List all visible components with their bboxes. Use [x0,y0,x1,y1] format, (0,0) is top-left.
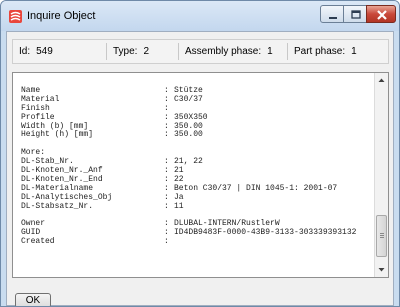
object-info-bar: Id: 549 Type: 2 Assembly phase: 1 Part phas… [12,39,389,64]
grip-line [380,237,384,238]
id-label: Id: [19,46,31,57]
divider [287,43,288,60]
dialog-client-area: Id: 549 Type: 2 Assembly phase: 1 Part phas… [6,31,394,306]
id-field: Id: 549 [19,46,53,57]
part-phase-value: 1 [351,46,357,57]
scrollbar-thumb[interactable] [376,215,387,257]
divider [106,43,107,60]
maximize-icon [351,10,361,19]
id-value: 549 [36,46,53,57]
vertical-scrollbar[interactable] [374,73,388,277]
window-title: Inquire Object [27,10,96,22]
inquire-object-window: Inquire Object Id: 549 Type: 2 Assembly … [0,0,400,307]
divider [178,43,179,60]
grip-line [380,233,384,234]
property-value: Beton C30/37 | DIN 1045-1: 2001-07 [174,183,338,193]
type-value: 2 [143,46,150,57]
minimize-icon [329,17,337,19]
assembly-phase-label: Assembly phase: [185,46,262,57]
assembly-phase-field: Assembly phase: 1 [185,46,273,57]
maximize-button[interactable] [343,5,367,23]
close-icon [377,10,387,20]
property-key: Height (h) [mm] [21,130,94,140]
ok-button[interactable]: OK [15,293,51,306]
scroll-down-arrow-icon[interactable] [375,263,388,277]
property-colon: : [164,201,169,211]
type-field: Type: 2 [113,46,149,57]
property-colon: : [164,130,169,140]
property-key: Created [21,237,55,247]
grip-line [380,235,384,236]
inquire-object-icon [9,10,22,23]
type-label: Type: [113,46,138,57]
title-bar[interactable]: Inquire Object [1,1,399,31]
property-colon: : [164,237,169,247]
scroll-up-arrow-icon[interactable] [375,73,388,87]
properties-text-area[interactable]: Name: Stütze Material: C30/37 Finish: Profile… [12,72,389,278]
part-phase-label: Part phase: [294,46,346,57]
assembly-phase-value: 1 [267,46,273,57]
property-value: 11 [174,201,184,211]
minimize-button[interactable] [320,5,344,23]
part-phase-field: Part phase: 1 [294,46,357,57]
property-value: ID4DB9483F-0000-43B9-3133-303339393132 [174,228,357,238]
close-button[interactable] [366,5,396,23]
property-value: 350.00 [174,130,203,140]
property-key: DL-Stabsatz_Nr. [21,201,94,211]
property-value: C30/37 [174,94,203,104]
